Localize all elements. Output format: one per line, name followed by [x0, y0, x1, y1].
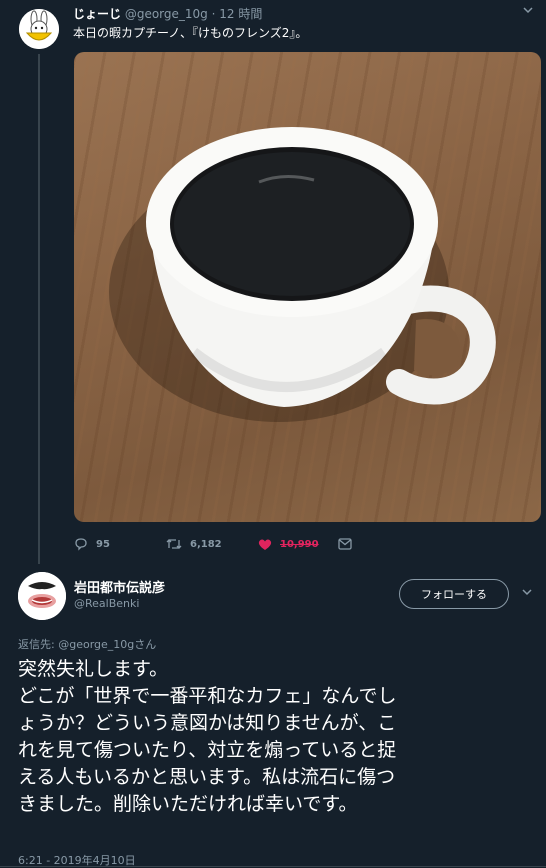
tweet-header: じょーじ @george_10g · 12 時間	[73, 6, 262, 22]
message-button[interactable]	[338, 538, 360, 550]
avatar[interactable]	[18, 572, 66, 620]
author-name[interactable]: じょーじ	[73, 7, 121, 21]
tweet-actions: 95 6,182 10,990	[74, 534, 360, 554]
meta-separator: ·	[211, 7, 216, 21]
reply-button[interactable]: 95	[74, 537, 166, 551]
reply-suffix: さん	[134, 638, 157, 651]
tweet-text-line: どこが「世界で一番平和なカフェ」なんでし	[18, 685, 397, 707]
tweet-text: 本日の暇カプチーノ、『けものフレンズ2』。	[73, 26, 308, 40]
reply-prefix: 返信先:	[18, 638, 55, 651]
avatar[interactable]	[19, 9, 59, 49]
tweet-text-line: える人もいるかと思います。私は流石に傷つ	[18, 766, 396, 788]
reply-mention-link[interactable]: @george_10g	[58, 638, 134, 651]
like-count: 10,990	[280, 538, 319, 550]
tweet-text-line: 突然失礼します。	[18, 658, 169, 680]
tweet-text-line: ょうか？どういう意図かは知りませんが、こ	[18, 712, 397, 734]
tweet-text-line: れを見て傷ついたり、対立を煽っていると捉	[18, 739, 397, 761]
message-icon	[338, 538, 352, 550]
heart-icon	[258, 539, 272, 550]
chevron-down-icon[interactable]	[521, 586, 533, 602]
tweet-photo[interactable]	[74, 52, 541, 522]
retweet-icon	[166, 539, 182, 549]
reply-icon	[75, 538, 87, 551]
follow-button[interactable]: フォローする	[399, 579, 509, 609]
tweet-time[interactable]: 12 時間	[219, 7, 262, 21]
author-handle[interactable]: @george_10g	[125, 7, 208, 21]
thread-connector	[38, 54, 40, 564]
author-handle[interactable]: @RealBenki	[74, 597, 139, 610]
retweet-count: 6,182	[190, 538, 222, 550]
tweet-text-line: きました。削除いただければ幸いです。	[18, 793, 358, 815]
reply-count: 95	[96, 538, 110, 550]
chevron-down-icon[interactable]	[522, 4, 534, 20]
tweet-text: 突然失礼します。 どこが「世界で一番平和なカフェ」なんでし ょうか？どういう意図…	[18, 656, 536, 818]
divider	[0, 866, 546, 867]
author-name[interactable]: 岩田都市伝説彦	[74, 577, 165, 596]
reply-context: 返信先: @george_10gさん	[18, 636, 156, 652]
like-button[interactable]: 10,990	[258, 538, 338, 551]
retweet-button[interactable]: 6,182	[166, 537, 258, 551]
